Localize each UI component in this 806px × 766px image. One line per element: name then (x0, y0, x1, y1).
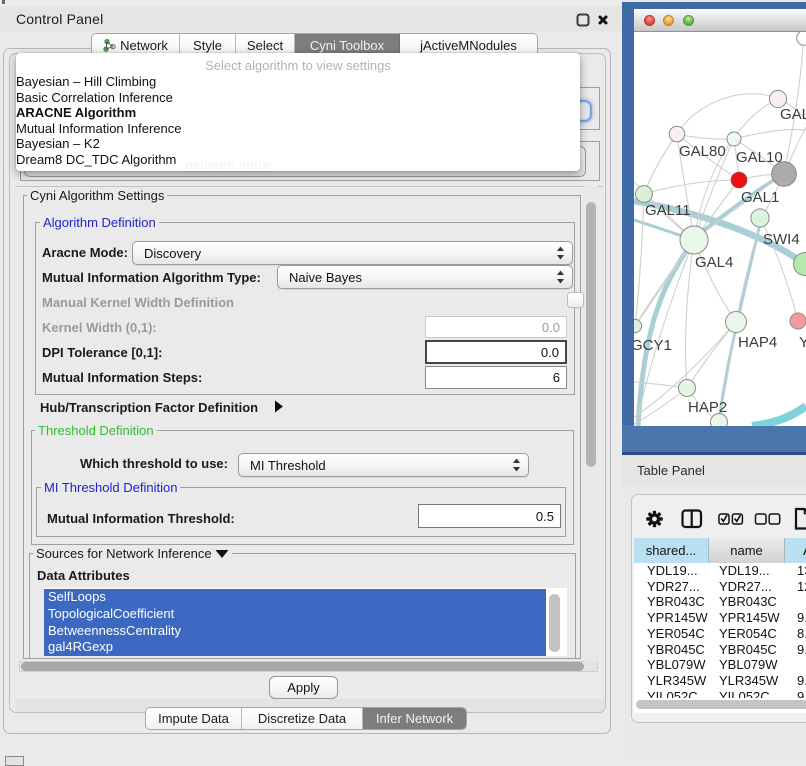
svg-text:GAL: GAL (780, 106, 806, 123)
svg-text:GAL1: GAL1 (741, 189, 779, 206)
svg-text:GAL80: GAL80 (679, 143, 726, 160)
svg-text:HAP4: HAP4 (738, 334, 777, 351)
svg-text:HAP2: HAP2 (688, 399, 727, 416)
svg-text:SWI4: SWI4 (763, 231, 800, 248)
svg-text:GAL11: GAL11 (645, 202, 691, 219)
svg-text:GCY1: GCY1 (634, 337, 672, 354)
svg-text:Y: Y (799, 334, 806, 351)
svg-text:GAL4: GAL4 (695, 254, 733, 271)
svg-text:GAL10: GAL10 (736, 149, 783, 166)
